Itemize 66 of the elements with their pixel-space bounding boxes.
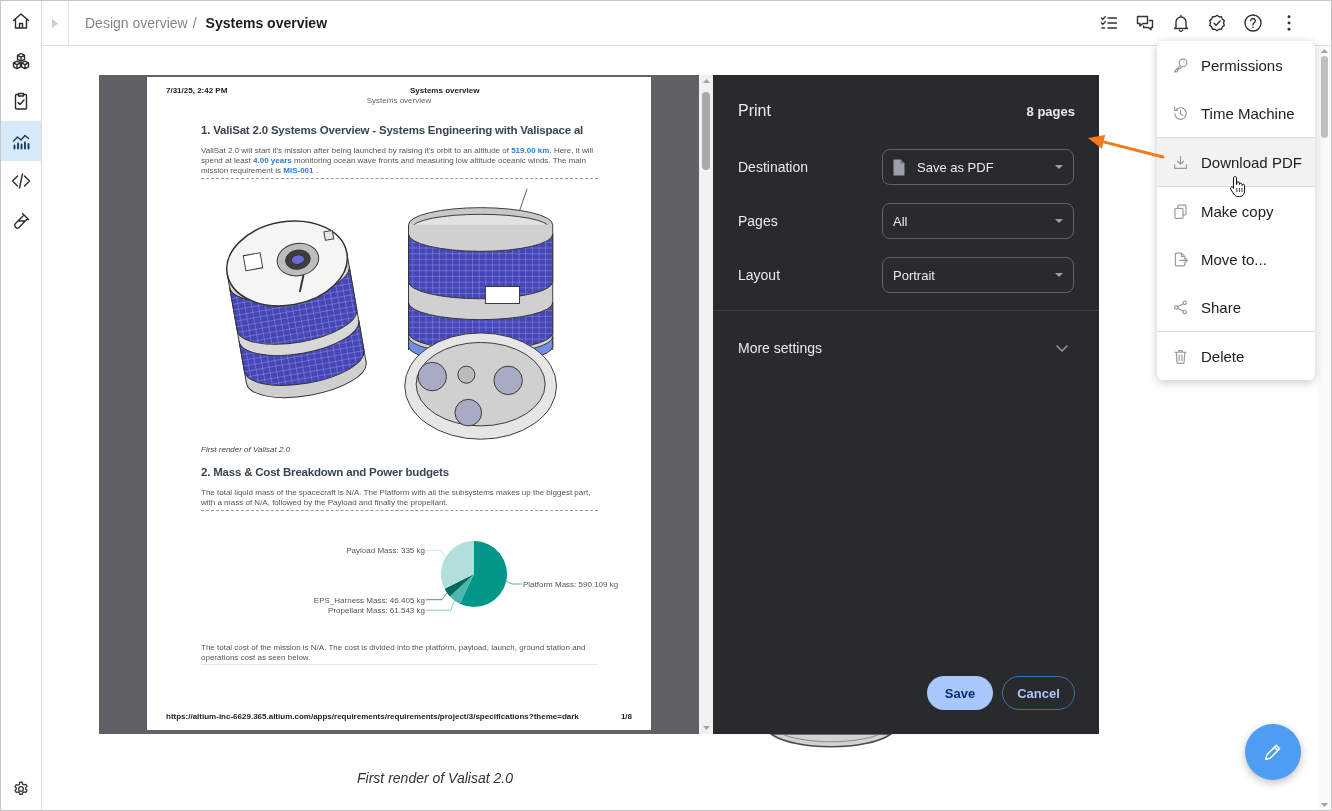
menu-item[interactable]: Share [1157, 283, 1315, 331]
menu-item[interactable]: Time Machine [1157, 89, 1315, 137]
share-icon [1172, 298, 1189, 316]
setting-label: Layout [738, 267, 782, 283]
bell-icon[interactable] [1171, 13, 1191, 33]
section-heading: 2. Mass & Cost Breakdown and Power budgets [201, 465, 450, 480]
menu-item[interactable]: Permissions [1157, 41, 1315, 89]
chart-icon[interactable] [1, 121, 41, 161]
settings-icon[interactable] [12, 780, 30, 798]
help-icon[interactable] [1243, 13, 1263, 33]
chat-icon[interactable] [1135, 13, 1155, 33]
home-icon[interactable] [11, 11, 31, 31]
menu-item[interactable]: Delete [1157, 332, 1315, 380]
download-icon [1172, 153, 1189, 171]
cubes-icon[interactable] [11, 51, 31, 71]
more-icon[interactable] [1287, 15, 1291, 31]
menu-item[interactable]: Move to... [1157, 235, 1315, 283]
leader-line [505, 580, 523, 585]
leader-line [425, 592, 448, 601]
menu-item[interactable]: Make copy [1157, 187, 1315, 235]
page-url: https://altium-inc-6629.365.altium.com/apps/requirements/requirements/project/3/specifications?theme=dark [166, 712, 579, 722]
breadcrumb-link[interactable]: Design overview [85, 15, 188, 31]
slice-label: Platform Mass: 590.109 kg [523, 579, 619, 589]
more-settings-toggle[interactable]: More settings [713, 311, 1099, 385]
leader-line [425, 550, 447, 558]
slice-label: Payload Mass: 335 kg [346, 546, 425, 556]
breadcrumb-separator: / [192, 15, 197, 31]
section-heading: 1. ValiSat 2.0 Systems Overview - Systems Engineering with Valispace al [201, 123, 585, 138]
scrollbar-thumb[interactable] [702, 92, 710, 170]
dialog-title: Print [738, 101, 771, 121]
edit-button[interactable] [1245, 724, 1301, 780]
test-tube-icon[interactable] [11, 211, 31, 231]
history-icon [1172, 104, 1189, 122]
file-icon [893, 158, 905, 176]
paragraph: The total liquid mass of the spacecraft is N/A. The Platform with all the subsystems makes up the biggest part, with a mass of N/A, followed by the Payload and finally the propellant. [201, 488, 598, 511]
setting-label: Destination [738, 159, 810, 175]
file-arrow-icon [1172, 250, 1189, 268]
setting-label: Pages [738, 213, 779, 229]
menu-item[interactable]: Download PDF [1157, 138, 1315, 186]
paragraph: The total cost of the mission is N/A. The cost is divided into the platform, payload, launch, ground station and operations cost as seen below. [201, 643, 598, 665]
page-header-title: Systems overview [410, 86, 480, 96]
scrollbar-thumb[interactable] [1321, 56, 1328, 138]
page-number: 1/8 [620, 712, 632, 722]
page-count: 8 pages [1026, 104, 1075, 119]
slice-label: Propellant Mass: 61.543 kg [328, 606, 425, 615]
check-badge-icon[interactable] [1207, 13, 1227, 33]
figure-caption: First render of Valisat 2.0 [201, 445, 292, 455]
caret-down-icon [1055, 219, 1063, 223]
dropdown[interactable]: Save as PDF [882, 149, 1074, 185]
slice-label: EPS_Harness Mass: 46.405 kg [313, 595, 425, 605]
dropdown[interactable]: Portrait [882, 257, 1074, 293]
page-subtitle: Systems overview [365, 96, 433, 106]
paragraph: ValiSat 2.0 will start it's mission after being launched by raising it's orbit to an altitude of 519.00 km. Here, it will spend at least 4.00 years monitoring ocean wave fronts and measuring low altitude oceanic winds. The main mission requirement is MIS-001 . [201, 146, 598, 179]
trash-icon [1172, 347, 1189, 365]
page-title: Systems overview [205, 15, 327, 31]
key-icon [1172, 56, 1189, 74]
save-button[interactable]: Save [927, 676, 993, 710]
code-icon[interactable] [11, 171, 31, 191]
figure-caption: First render of Valisat 2.0 [356, 770, 514, 786]
caret-down-icon [1055, 273, 1063, 277]
print-date: 7/31/25, 2:42 PM [166, 86, 229, 96]
dropdown[interactable]: All [882, 203, 1074, 239]
caret-down-icon [1055, 165, 1063, 169]
hand-cursor-icon [1229, 175, 1246, 198]
copy-icon [1172, 202, 1189, 220]
leader-line [425, 600, 455, 611]
